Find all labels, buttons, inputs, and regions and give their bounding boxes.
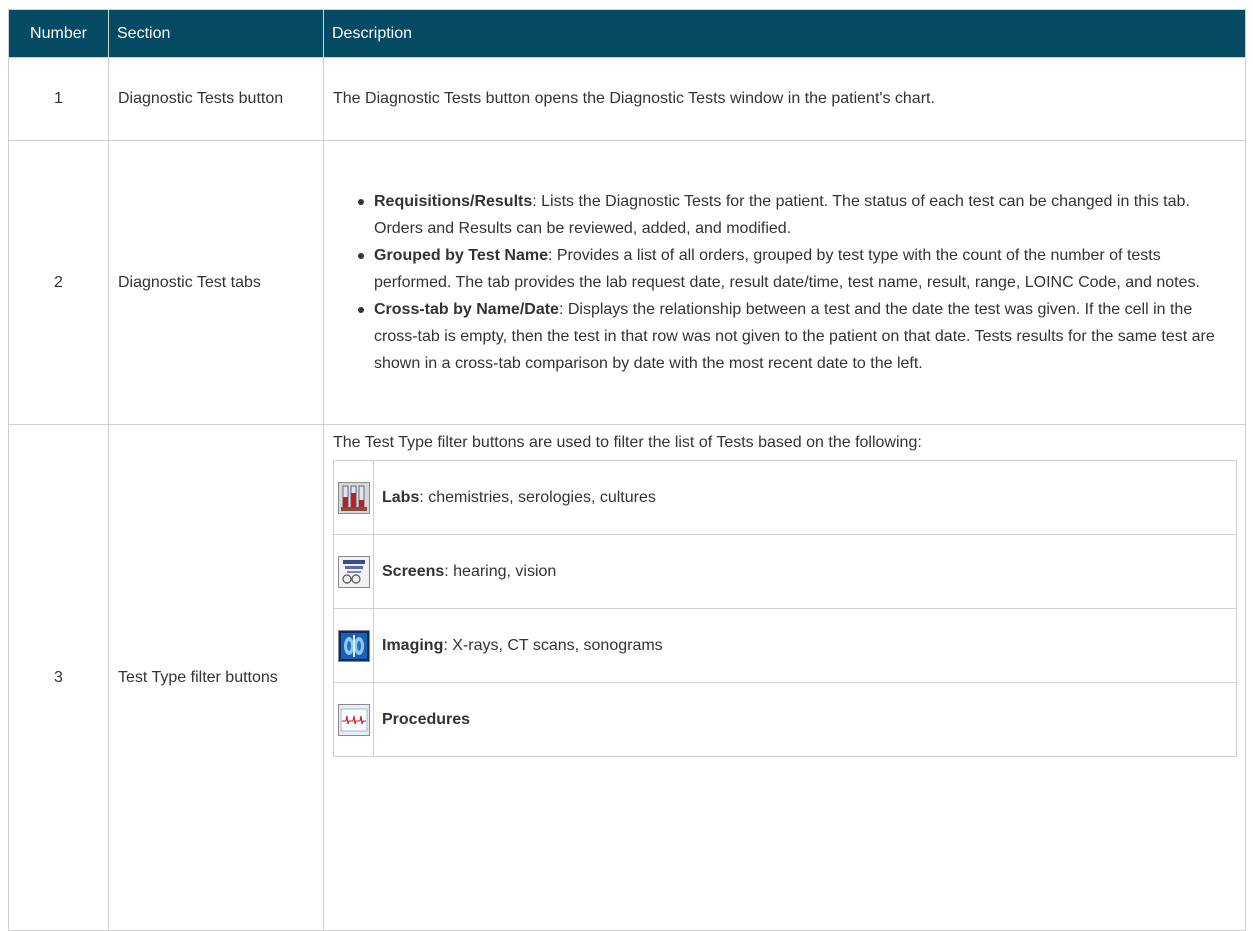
- filter-row-procedures: Procedures: [333, 682, 1237, 757]
- list-item: Cross-tab by Name/Date: Displays the rel…: [358, 296, 1236, 377]
- reference-table: Number Section Description 1 Diagnostic …: [8, 9, 1246, 931]
- filter-description: : chemistries, serologies, cultures: [419, 488, 656, 506]
- tabs-list: Requisitions/Results: Lists the Diagnost…: [333, 188, 1236, 377]
- filter-description: : hearing, vision: [444, 562, 557, 580]
- filter-row-labs: Labs: chemistries, serologies, cultures: [333, 460, 1237, 535]
- table-row: 1 Diagnostic Tests button The Diagnostic…: [8, 57, 1246, 141]
- row-description: The Test Type filter buttons are used to…: [323, 424, 1246, 931]
- header-description: Description: [323, 9, 1246, 58]
- filter-row-screens: Screens: hearing, vision: [333, 534, 1237, 609]
- filter-table: Labs: chemistries, serologies, cultures: [333, 460, 1237, 757]
- tab-name: Cross-tab by Name/Date: [374, 301, 559, 318]
- list-item: Grouped by Test Name: Provides a list of…: [358, 242, 1236, 296]
- row-number: 2: [8, 140, 109, 425]
- table-row: 2 Diagnostic Test tabs Requisitions/Resu…: [8, 140, 1246, 425]
- filter-name: Screens: [382, 562, 445, 580]
- list-item: Requisitions/Results: Lists the Diagnost…: [358, 188, 1236, 242]
- header-row: Number Section Description: [8, 9, 1246, 58]
- row-number: 3: [8, 424, 109, 931]
- tab-name: Requisitions/Results: [374, 193, 533, 210]
- table-row: 3 Test Type filter buttons The Test Type…: [8, 424, 1246, 931]
- filter-name: Procedures: [382, 710, 471, 728]
- filter-name: Labs: [382, 488, 420, 506]
- filter-intro: The Test Type filter buttons are used to…: [333, 434, 922, 451]
- filter-name: Imaging: [382, 636, 444, 654]
- header-number: Number: [8, 9, 109, 58]
- row-number: 1: [8, 57, 109, 141]
- row-section: Diagnostic Tests button: [108, 57, 324, 141]
- tab-name: Grouped by Test Name: [374, 247, 548, 264]
- screens-eye-chart-icon: [337, 555, 370, 588]
- procedures-ekg-icon: [337, 703, 370, 736]
- row-description: The Diagnostic Tests button opens the Di…: [323, 57, 1246, 141]
- header-section: Section: [108, 9, 324, 58]
- filter-description: : X-rays, CT scans, sonograms: [443, 636, 663, 654]
- labs-test-tubes-icon: [337, 481, 370, 514]
- row-section: Diagnostic Test tabs: [108, 140, 324, 425]
- filter-row-imaging: Imaging: X-rays, CT scans, sonograms: [333, 608, 1237, 683]
- imaging-xray-icon: [337, 629, 370, 662]
- row-description: Requisitions/Results: Lists the Diagnost…: [323, 140, 1246, 425]
- row-section: Test Type filter buttons: [108, 424, 324, 931]
